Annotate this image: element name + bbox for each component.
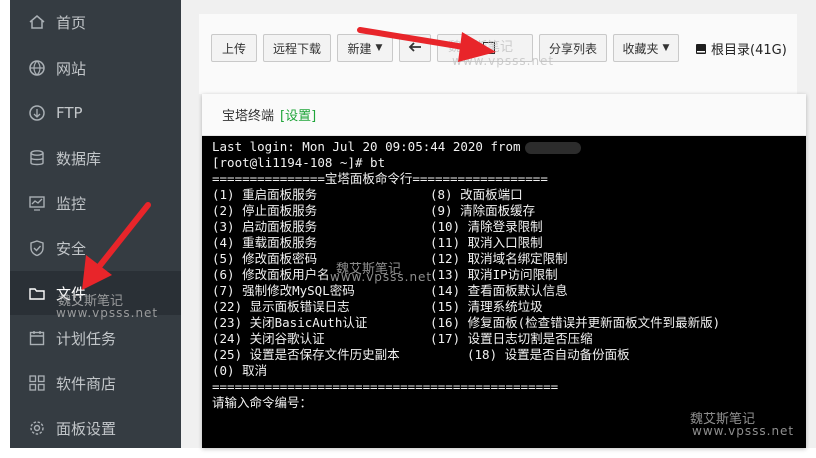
menu-option: (7) 强制修改MySQL密码 [212,283,355,298]
terminal-menu-row: (25) 设置是否保存文件历史副本 (18) 设置是否自动备份面板 [212,347,806,363]
menu-option: (8) 改面板端口 [430,187,523,202]
watermark-text: 魏艾斯笔记 [448,40,514,55]
back-button[interactable] [399,34,431,62]
menu-option: (3) 启动面板服务 [212,219,318,234]
caret-down-icon: ▼ [662,43,670,53]
sidebar-item-label: 面板设置 [56,419,117,438]
menu-option: (17) 设置日志切割是否压缩 [430,331,593,346]
arrow-left-icon [408,41,422,55]
upload-button[interactable]: 上传 [211,34,257,62]
database-icon [28,149,46,167]
menu-option: (6) 修改面板用户名 [212,267,330,282]
menu-option: (13) 取消IP访问限制 [430,267,558,282]
dialog-settings-link[interactable]: [设置] [280,105,316,124]
disk-root-label: 根目录(41G) [711,43,787,58]
monitor-icon [28,194,46,212]
sidebar-item-label: 安全 [56,239,87,258]
sidebar-item-label: 软件商店 [56,374,117,393]
sidebar-item-label: 数据库 [56,149,102,168]
sidebar-item-store[interactable]: 软件商店 [10,361,181,405]
terminal-prompt-line: [root@li1194-108 ~]# bt [212,155,386,170]
login-text: Last login: Mon Jul 20 09:05:44 2020 fro… [212,139,521,154]
sidebar-item-label: 监控 [56,194,87,213]
terminal-menu-row: (22) 显示面板错误日志 (15) 清理系统垃圾 [212,299,806,315]
menu-option: (18) 设置是否自动备份面板 [467,347,630,362]
terminal-screen[interactable]: Last login: Mon Jul 20 09:05:44 2020 fro… [202,136,806,448]
remote-download-button[interactable]: 远程下载 [263,34,331,62]
menu-option: (15) 清理系统垃圾 [430,299,543,314]
menu-option: (14) 查看面板默认信息 [430,283,568,298]
redacted-ip [524,141,581,154]
terminal-menu-row: (5) 修改面板密码 (12) 取消域名绑定限制 [212,251,806,267]
terminal-dialog: 宝塔终端 [设置] Last login: Mon Jul 20 09:05:4… [202,94,806,448]
shield-icon [28,239,46,257]
sidebar-item-monitor[interactable]: 监控 [10,181,181,225]
sidebar-item-settings[interactable]: 面板设置 [10,406,181,450]
sidebar-item-ftp[interactable]: FTP [10,91,181,135]
favorites-label: 收藏夹 [622,41,659,56]
favorites-dropdown-button[interactable]: 收藏夹 ▼ [613,34,679,62]
dialog-header: 宝塔终端 [设置] [202,94,806,136]
terminal-line: Last login: Mon Jul 20 09:05:44 2020 fro… [212,139,806,155]
home-icon [28,13,46,31]
terminal-menu-row: (24) 关闭谷歌认证 (17) 设置日志切割是否压缩 [212,331,806,347]
sidebar-item-database[interactable]: 数据库 [10,136,181,180]
new-dropdown-button[interactable]: 新建 ▼ [337,34,393,62]
watermark-url: www.vpsss.net [56,306,159,320]
disk-root-button[interactable]: 根目录(41G) [695,39,787,58]
sidebar-item-website[interactable]: 网站 [10,46,181,90]
terminal-header-line: ===============宝塔面板命令行================== [212,171,548,186]
menu-option: (24) 关闭谷歌认证 [212,331,325,346]
new-button-label: 新建 [347,41,372,56]
menu-option: (10) 清除登录限制 [430,219,543,234]
menu-option: (16) 修复面板(检查错误并更新面板文件到最新版) [430,315,721,330]
sidebar-item-cron[interactable]: 计划任务 [10,316,181,360]
menu-option: (22) 显示面板错误日志 [212,299,350,314]
sidebar-item-label: 首页 [56,13,87,32]
menu-option: (25) 设置是否保存文件历史副本 [212,347,400,362]
terminal-menu-row: (6) 修改面板用户名 (13) 取消IP访问限制 [212,267,806,283]
terminal-menu-row: (1) 重启面板服务 (8) 改面板端口 [212,187,806,203]
watermark-url: www.vpsss.net [452,54,555,68]
terminal-footer-line: ========================================… [212,379,559,394]
globe-icon [28,59,46,77]
menu-option: (23) 关闭BasicAuth认证 [212,315,368,330]
sidebar-item-label: FTP [56,104,83,122]
calendar-icon [28,329,46,347]
sidebar: 首页 网站 FTP 数据库 监控 安全 文件 计划任务 软件商店 面板设置 [10,0,181,448]
terminal-menu-row: (23) 关闭BasicAuth认证 (16) 修复面板(检查错误并更新面板文件到… [212,315,806,331]
menu-option: (2) 停止面板服务 [212,203,318,218]
terminal-menu-row: (2) 停止面板服务 (9) 清除面板缓存 [212,203,806,219]
sidebar-item-label: 网站 [56,59,87,78]
dialog-title: 宝塔终端 [222,109,275,124]
sidebar-item-home[interactable]: 首页 [10,0,181,44]
menu-option: (11) 取消入口限制 [430,235,543,250]
menu-option: (4) 重载面板服务 [212,235,318,250]
grid-icon [28,374,46,392]
menu-option: (5) 修改面板密码 [212,251,318,266]
gear-icon [28,419,46,437]
terminal-menu-row: (3) 启动面板服务 (10) 清除登录限制 [212,219,806,235]
sidebar-item-label: 计划任务 [56,329,117,348]
terminal-menu-row: (7) 强制修改MySQL密码 (14) 查看面板默认信息 [212,283,806,299]
terminal-cancel-line: (0) 取消 [212,363,268,378]
menu-option: (1) 重启面板服务 [212,187,318,202]
caret-down-icon: ▼ [375,43,383,53]
ftp-icon [28,104,46,122]
folder-icon [28,284,46,302]
watermark-url: www.vpsss.net [330,270,433,284]
menu-option: (12) 取消域名绑定限制 [430,251,568,266]
hard-drive-icon [695,43,707,55]
watermark-url: www.vpsss.net [692,424,795,438]
terminal-menu-row: (4) 重载面板服务 (11) 取消入口限制 [212,235,806,251]
menu-option: (9) 清除面板缓存 [430,203,536,218]
sidebar-item-security[interactable]: 安全 [10,226,181,270]
